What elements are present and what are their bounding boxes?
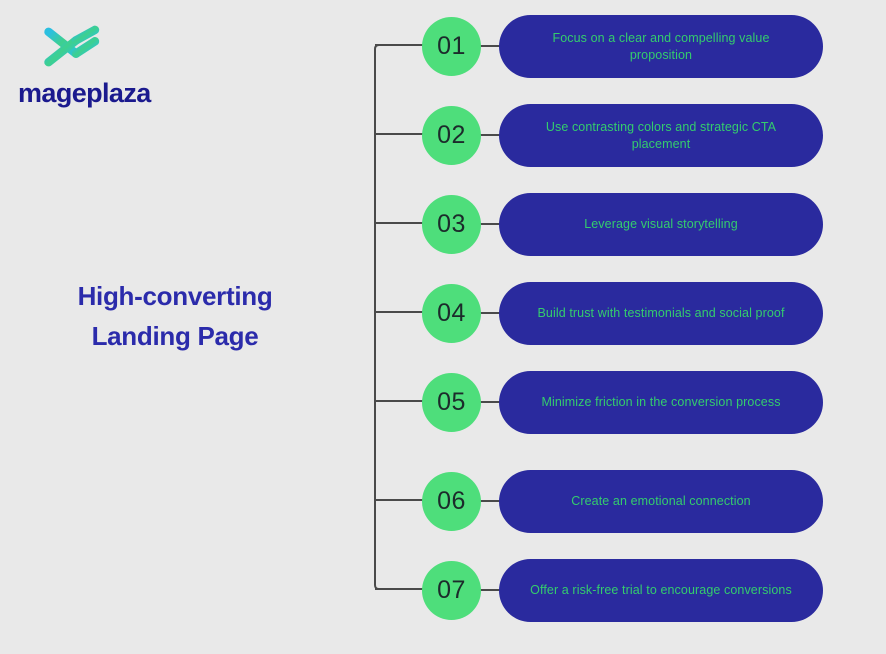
step-pill[interactable]: Create an emotional connection [499,470,823,533]
step-row: 02 Use contrasting colors and strategic C… [350,103,886,169]
step-number-badge[interactable]: 02 [422,106,481,165]
step-number-label: 03 [437,210,466,238]
step-number-label: 02 [437,121,466,149]
step-pill-label: Focus on a clear and compelling value pr… [552,30,770,62]
step-row: 06 Create an emotional connection [350,469,886,535]
steps-diagram: 01 Focus on a clear and compelling value … [350,0,886,654]
step-row: 05 Minimize friction in the conversion pr… [350,370,886,436]
step-pill-label: Use contrasting colors and strategic CTA… [545,119,777,151]
left-panel: mageplaza High-converting Landing Page [0,0,350,654]
step-pill-label: Create an emotional connection [571,494,751,508]
step-row: 04 Build trust with testimonials and soci… [350,281,886,347]
brand-logo: mageplaza [18,22,218,107]
step-number-label: 04 [437,299,466,327]
step-pill[interactable]: Use contrasting colors and strategic CTA… [499,104,823,167]
step-row: 01 Focus on a clear and compelling value … [350,14,886,80]
step-number-badge[interactable]: 01 [422,17,481,76]
step-pill[interactable]: Build trust with testimonials and social… [499,282,823,345]
step-pill[interactable]: Leverage visual storytelling [499,193,823,256]
page-title: High-converting Landing Page [0,276,350,356]
infographic-canvas: mageplaza High-converting Landing Page 0… [0,0,886,654]
step-number-badge[interactable]: 03 [422,195,481,254]
step-pill-label: Build trust with testimonials and social… [537,306,785,320]
step-number-badge[interactable]: 05 [422,373,481,432]
step-number-label: 07 [437,576,466,604]
step-pill-label: Leverage visual storytelling [584,217,738,231]
step-number-label: 01 [437,32,466,60]
brand-wordmark: mageplaza [18,78,151,108]
page-title-line-1: High-converting [77,281,273,311]
step-number-label: 05 [437,388,466,416]
step-pill-label: Minimize friction in the conversion proc… [541,395,781,409]
step-number-badge[interactable]: 07 [422,561,481,620]
step-pill[interactable]: Minimize friction in the conversion proc… [499,371,823,434]
page-title-line-2: Landing Page [91,321,259,351]
step-pill[interactable]: Focus on a clear and compelling value pr… [499,15,823,78]
step-number-badge[interactable]: 06 [422,472,481,531]
step-row: 03 Leverage visual storytelling [350,192,886,258]
step-pill-label: Offer a risk-free trial to encourage con… [530,583,792,597]
step-pill[interactable]: Offer a risk-free trial to encourage con… [499,559,823,622]
step-number-label: 06 [437,487,466,515]
step-number-badge[interactable]: 04 [422,284,481,343]
mageplaza-m-logo-icon [44,25,103,67]
step-row: 07 Offer a risk-free trial to encourage c… [350,558,886,624]
